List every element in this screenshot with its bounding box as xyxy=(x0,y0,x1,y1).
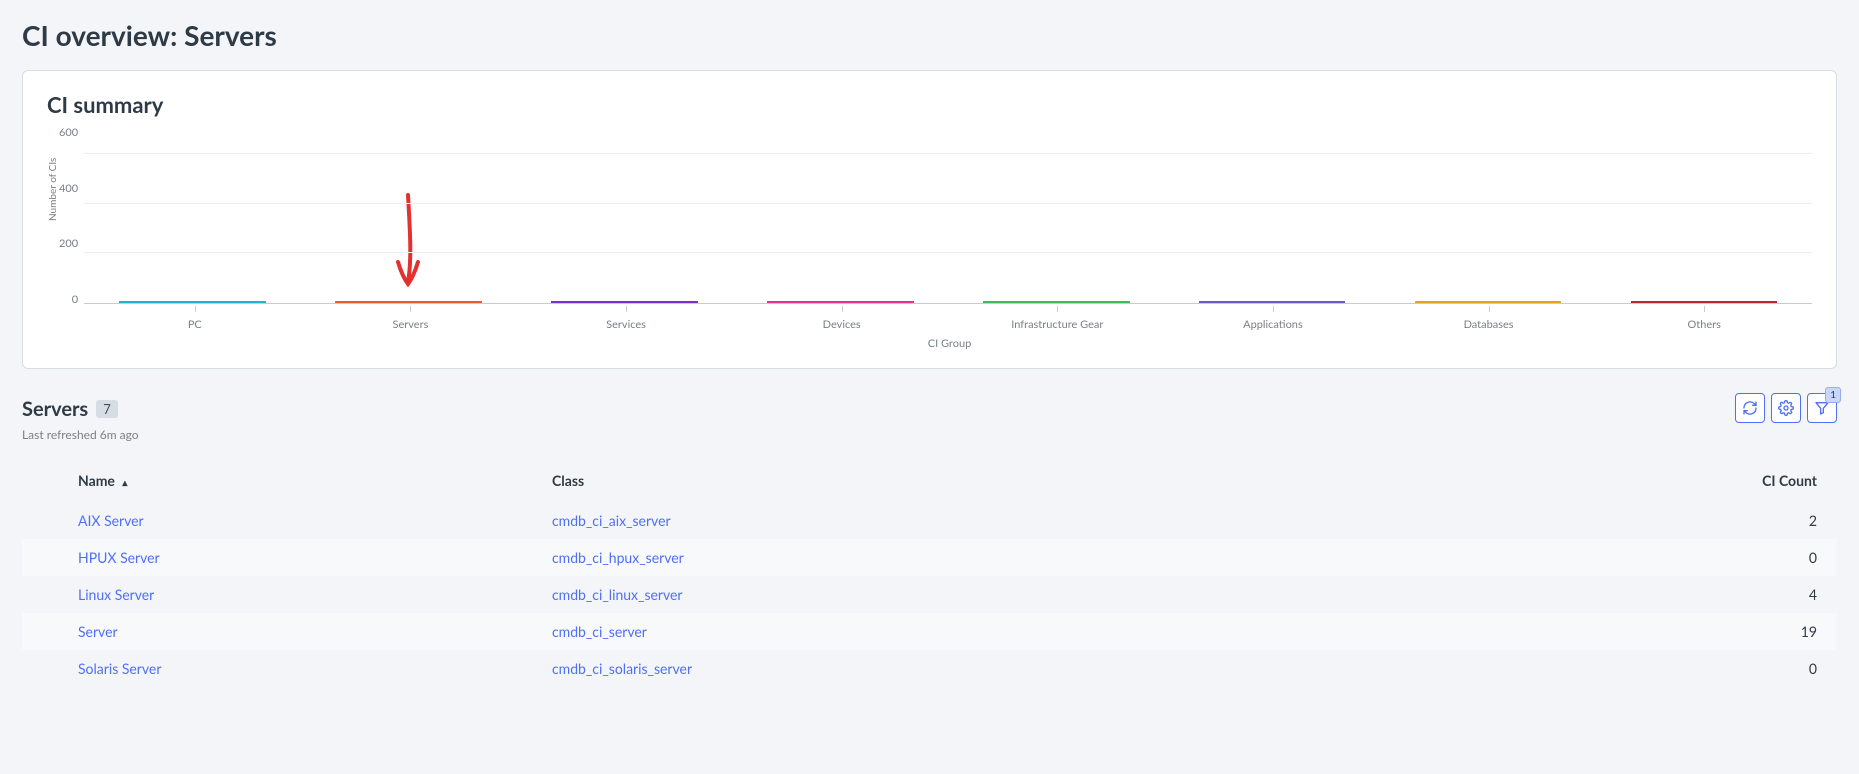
chart-bar[interactable] xyxy=(119,301,266,303)
chart-bar[interactable] xyxy=(551,301,698,303)
servers-table: Name ▴ Class CI Count AIX Server cmdb_ci_… xyxy=(22,460,1837,687)
chart-bar[interactable] xyxy=(983,301,1130,303)
table-row: Solaris Server cmdb_ci_solaris_server 0 xyxy=(22,650,1837,687)
server-class-link[interactable]: cmdb_ci_hpux_server xyxy=(552,549,684,566)
chart-ytick: 400 xyxy=(59,182,78,195)
chart-xtick: Databases xyxy=(1381,306,1597,331)
chart-bar-slot xyxy=(1380,301,1596,303)
server-ci-count: 0 xyxy=(1172,549,1837,566)
servers-section: Servers 7 Last refreshed 6m ago 1 Name ▴ xyxy=(22,397,1837,687)
chart-xtick: Applications xyxy=(1165,306,1381,331)
chart-bar-slot xyxy=(1164,301,1380,303)
chart-bar[interactable] xyxy=(1631,301,1778,303)
server-class-link[interactable]: cmdb_ci_linux_server xyxy=(552,586,683,603)
chart-xtick: Others xyxy=(1596,306,1812,331)
ci-summary-chart: Number of CIs 600 400 200 0 xyxy=(47,124,1812,306)
server-name-link[interactable]: Solaris Server xyxy=(78,660,161,677)
chart-bar[interactable] xyxy=(767,301,914,303)
chart-bar-slot xyxy=(84,301,300,303)
refresh-button[interactable] xyxy=(1735,393,1765,423)
page-title: CI overview: Servers xyxy=(0,0,1859,70)
server-name-link[interactable]: Linux Server xyxy=(78,586,154,603)
filter-count-badge: 1 xyxy=(1825,387,1841,403)
chart-gridline xyxy=(84,203,1812,204)
server-class-link[interactable]: cmdb_ci_solaris_server xyxy=(552,660,692,677)
server-name-link[interactable]: AIX Server xyxy=(78,512,144,529)
chart-xtick: Services xyxy=(518,306,734,331)
chart-bar[interactable] xyxy=(1199,301,1346,303)
chart-ytick: 600 xyxy=(59,126,78,139)
chart-bar-slot xyxy=(300,301,516,303)
chart-bar-slot xyxy=(1596,301,1812,303)
table-row: Linux Server cmdb_ci_linux_server 4 xyxy=(22,576,1837,613)
chart-xtick: PC xyxy=(87,306,303,331)
server-ci-count: 4 xyxy=(1172,586,1837,603)
filter-button[interactable]: 1 xyxy=(1807,393,1837,423)
server-ci-count: 0 xyxy=(1172,660,1837,677)
chart-xlabel: CI Group xyxy=(87,337,1812,350)
chart-xtick: Devices xyxy=(734,306,950,331)
settings-button[interactable] xyxy=(1771,393,1801,423)
column-header-count[interactable]: CI Count xyxy=(1172,472,1837,489)
servers-count-badge: 7 xyxy=(96,400,118,418)
table-row: Server cmdb_ci_server 19 xyxy=(22,613,1837,650)
chart-xtick: Infrastructure Gear xyxy=(950,306,1166,331)
chart-xtick: Servers xyxy=(303,306,519,331)
ci-summary-title: CI summary xyxy=(47,91,1812,118)
servers-title: Servers xyxy=(22,397,88,421)
chart-gridline xyxy=(84,153,1812,154)
server-class-link[interactable]: cmdb_ci_aix_server xyxy=(552,512,671,529)
ci-summary-card: CI summary Number of CIs 6004002000 PCSe… xyxy=(22,70,1837,369)
chart-bar[interactable] xyxy=(335,301,482,303)
table-header: Name ▴ Class CI Count xyxy=(22,460,1837,502)
server-name-link[interactable]: Server xyxy=(78,623,118,640)
refresh-note: Last refreshed 6m ago xyxy=(22,427,139,442)
server-ci-count: 2 xyxy=(1172,512,1837,529)
column-header-class[interactable]: Class xyxy=(552,472,1172,489)
refresh-icon xyxy=(1742,400,1758,416)
chart-ytick: 200 xyxy=(59,237,78,250)
column-header-name-label: Name xyxy=(78,472,115,489)
table-row: AIX Server cmdb_ci_aix_server 2 xyxy=(22,502,1837,539)
server-name-link[interactable]: HPUX Server xyxy=(78,549,160,566)
column-header-name[interactable]: Name ▴ xyxy=(22,472,552,489)
chart-ylabel: Number of CIs xyxy=(47,209,59,221)
chart-ytick: 0 xyxy=(72,293,78,306)
chart-bar-slot xyxy=(948,301,1164,303)
chart-bar[interactable] xyxy=(1415,301,1562,303)
table-row: HPUX Server cmdb_ci_hpux_server 0 xyxy=(22,539,1837,576)
chart-gridline xyxy=(84,252,1812,253)
chart-bar-slot xyxy=(516,301,732,303)
sort-asc-icon: ▴ xyxy=(122,477,127,489)
server-ci-count: 19 xyxy=(1172,623,1837,640)
chart-bar-slot xyxy=(732,301,948,303)
server-class-link[interactable]: cmdb_ci_server xyxy=(552,623,647,640)
gear-icon xyxy=(1778,400,1794,416)
